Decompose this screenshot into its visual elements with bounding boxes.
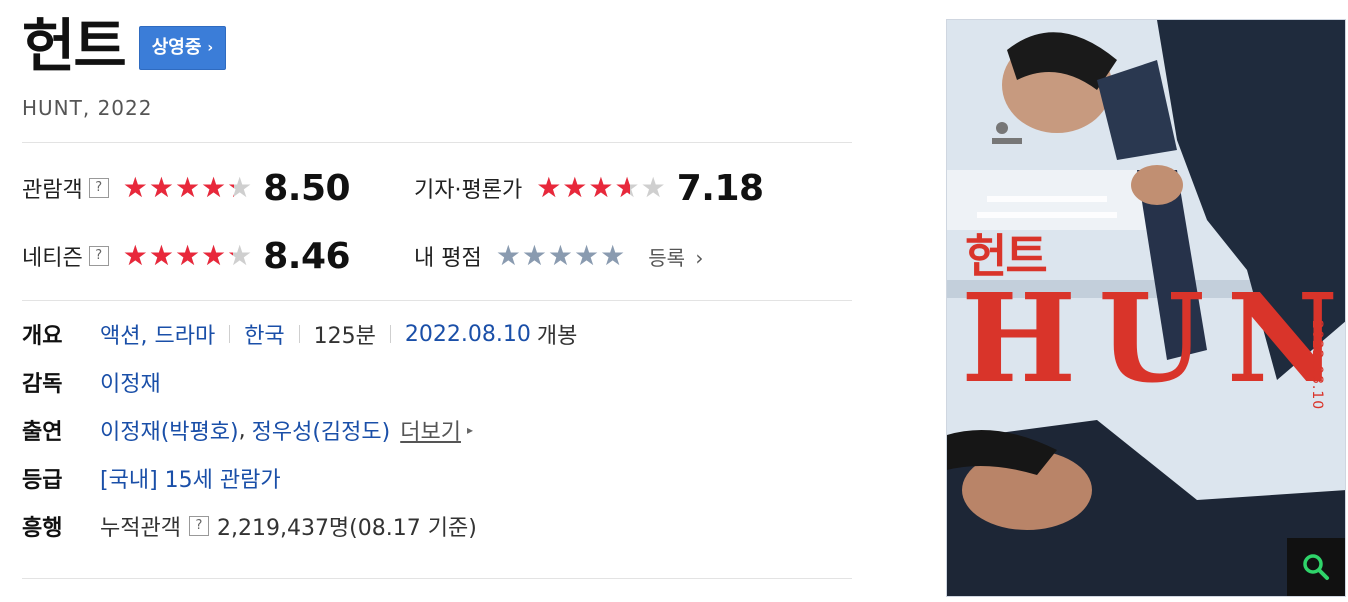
chevron-right-icon: › xyxy=(695,245,704,270)
release-suffix: 개봉 xyxy=(536,324,578,349)
info-boxoffice-key: 흥행 xyxy=(22,516,63,541)
rating-critic-score: 7.18 xyxy=(676,167,764,209)
info-director: 감독 이정재 xyxy=(22,366,161,398)
info-boxoffice: 흥행 누적관객 ? 2,219,437명(08.17 기준) xyxy=(22,510,477,542)
poster-zoom-button[interactable] xyxy=(1287,538,1345,596)
my-rating-stars[interactable]: ★★★★★ xyxy=(496,242,627,270)
register-label: 등록 xyxy=(648,245,686,270)
country-link[interactable]: 한국 xyxy=(244,318,284,350)
director-link[interactable]: 이정재 xyxy=(100,366,161,398)
actor-link[interactable]: 이정재(박평호) xyxy=(100,414,239,446)
chevron-right-icon: ▸ xyxy=(466,423,473,437)
info-director-key: 감독 xyxy=(22,372,63,397)
boxoffice-value: 2,219,437명(08.17 기준) xyxy=(216,516,477,541)
divider-middle xyxy=(22,300,852,301)
cast-comma: , xyxy=(238,417,246,443)
more-cast-link[interactable]: 더보기 xyxy=(400,414,461,446)
info-grade-key: 등급 xyxy=(22,468,63,493)
help-icon[interactable]: ? xyxy=(88,178,109,198)
separator xyxy=(389,325,391,343)
runtime: 125분 xyxy=(313,324,376,349)
star-rating-netizen: ★★★★★★★★★★ xyxy=(122,239,254,272)
search-icon xyxy=(1303,554,1329,580)
genre-link[interactable]: 액션, 드라마 xyxy=(100,318,215,350)
chevron-right-icon: › xyxy=(207,40,214,56)
help-icon[interactable]: ? xyxy=(188,516,209,536)
star-rating-audience: ★★★★★★★★★★ xyxy=(122,171,254,204)
actor-link[interactable]: 정우성(김정도) xyxy=(252,414,391,446)
grade-link[interactable]: [국내] 15세 관람가 xyxy=(100,462,281,494)
rating-netizen-score: 8.46 xyxy=(263,235,351,277)
movie-title: 헌트 xyxy=(22,12,127,80)
poster-title-en: HUNT xyxy=(961,266,1345,410)
star-rating-critic: ★★★★★★★★★★ xyxy=(536,171,667,204)
release-date-link[interactable]: 2022.08.10 xyxy=(405,322,531,347)
movie-subtitle: HUNT, 2022 xyxy=(22,96,153,120)
rating-critic: 기자·평론가 ★★★★★★★★★★ 7.18 xyxy=(414,167,764,209)
info-overview: 개요 액션, 드라마 한국 125분 2022.08.10 개봉 xyxy=(22,318,577,350)
info-cast: 출연 이정재(박평호) , 정우성(김정도) 더보기 ▸ xyxy=(22,414,473,446)
rating-mine-label: 내 평점 xyxy=(414,246,482,271)
title-row: 헌트 상영중 › xyxy=(22,12,227,80)
badge-label: 상영중 xyxy=(151,37,202,58)
info-cast-key: 출연 xyxy=(22,420,63,445)
rating-netizen-label: 네티즌 xyxy=(22,246,83,271)
info-grade: 등급 [국내] 15세 관람가 xyxy=(22,462,281,494)
rating-audience: 관람객 ? ★★★★★★★★★★ 8.50 xyxy=(22,167,351,209)
movie-poster[interactable]: 헌트 HUNT 2022.08.10 xyxy=(946,19,1346,597)
rating-critic-label: 기자·평론가 xyxy=(414,178,523,203)
help-icon[interactable]: ? xyxy=(88,246,109,266)
info-overview-key: 개요 xyxy=(22,324,63,349)
poster-date: 2022.08.10 xyxy=(1309,320,1325,411)
boxoffice-label: 누적관객 xyxy=(100,516,181,541)
divider-top xyxy=(22,142,852,143)
separator xyxy=(298,325,300,343)
rating-mine: 내 평점 ★★★★★ 등록 › xyxy=(414,236,703,276)
rating-audience-label: 관람객 xyxy=(22,178,83,203)
rating-netizen: 네티즌 ? ★★★★★★★★★★ 8.46 xyxy=(22,235,351,277)
now-showing-badge[interactable]: 상영중 › xyxy=(138,26,227,70)
rating-audience-score: 8.50 xyxy=(263,167,351,209)
divider-bottom xyxy=(22,578,852,579)
register-rating-link[interactable]: 등록 › xyxy=(648,242,703,271)
separator xyxy=(229,325,231,343)
